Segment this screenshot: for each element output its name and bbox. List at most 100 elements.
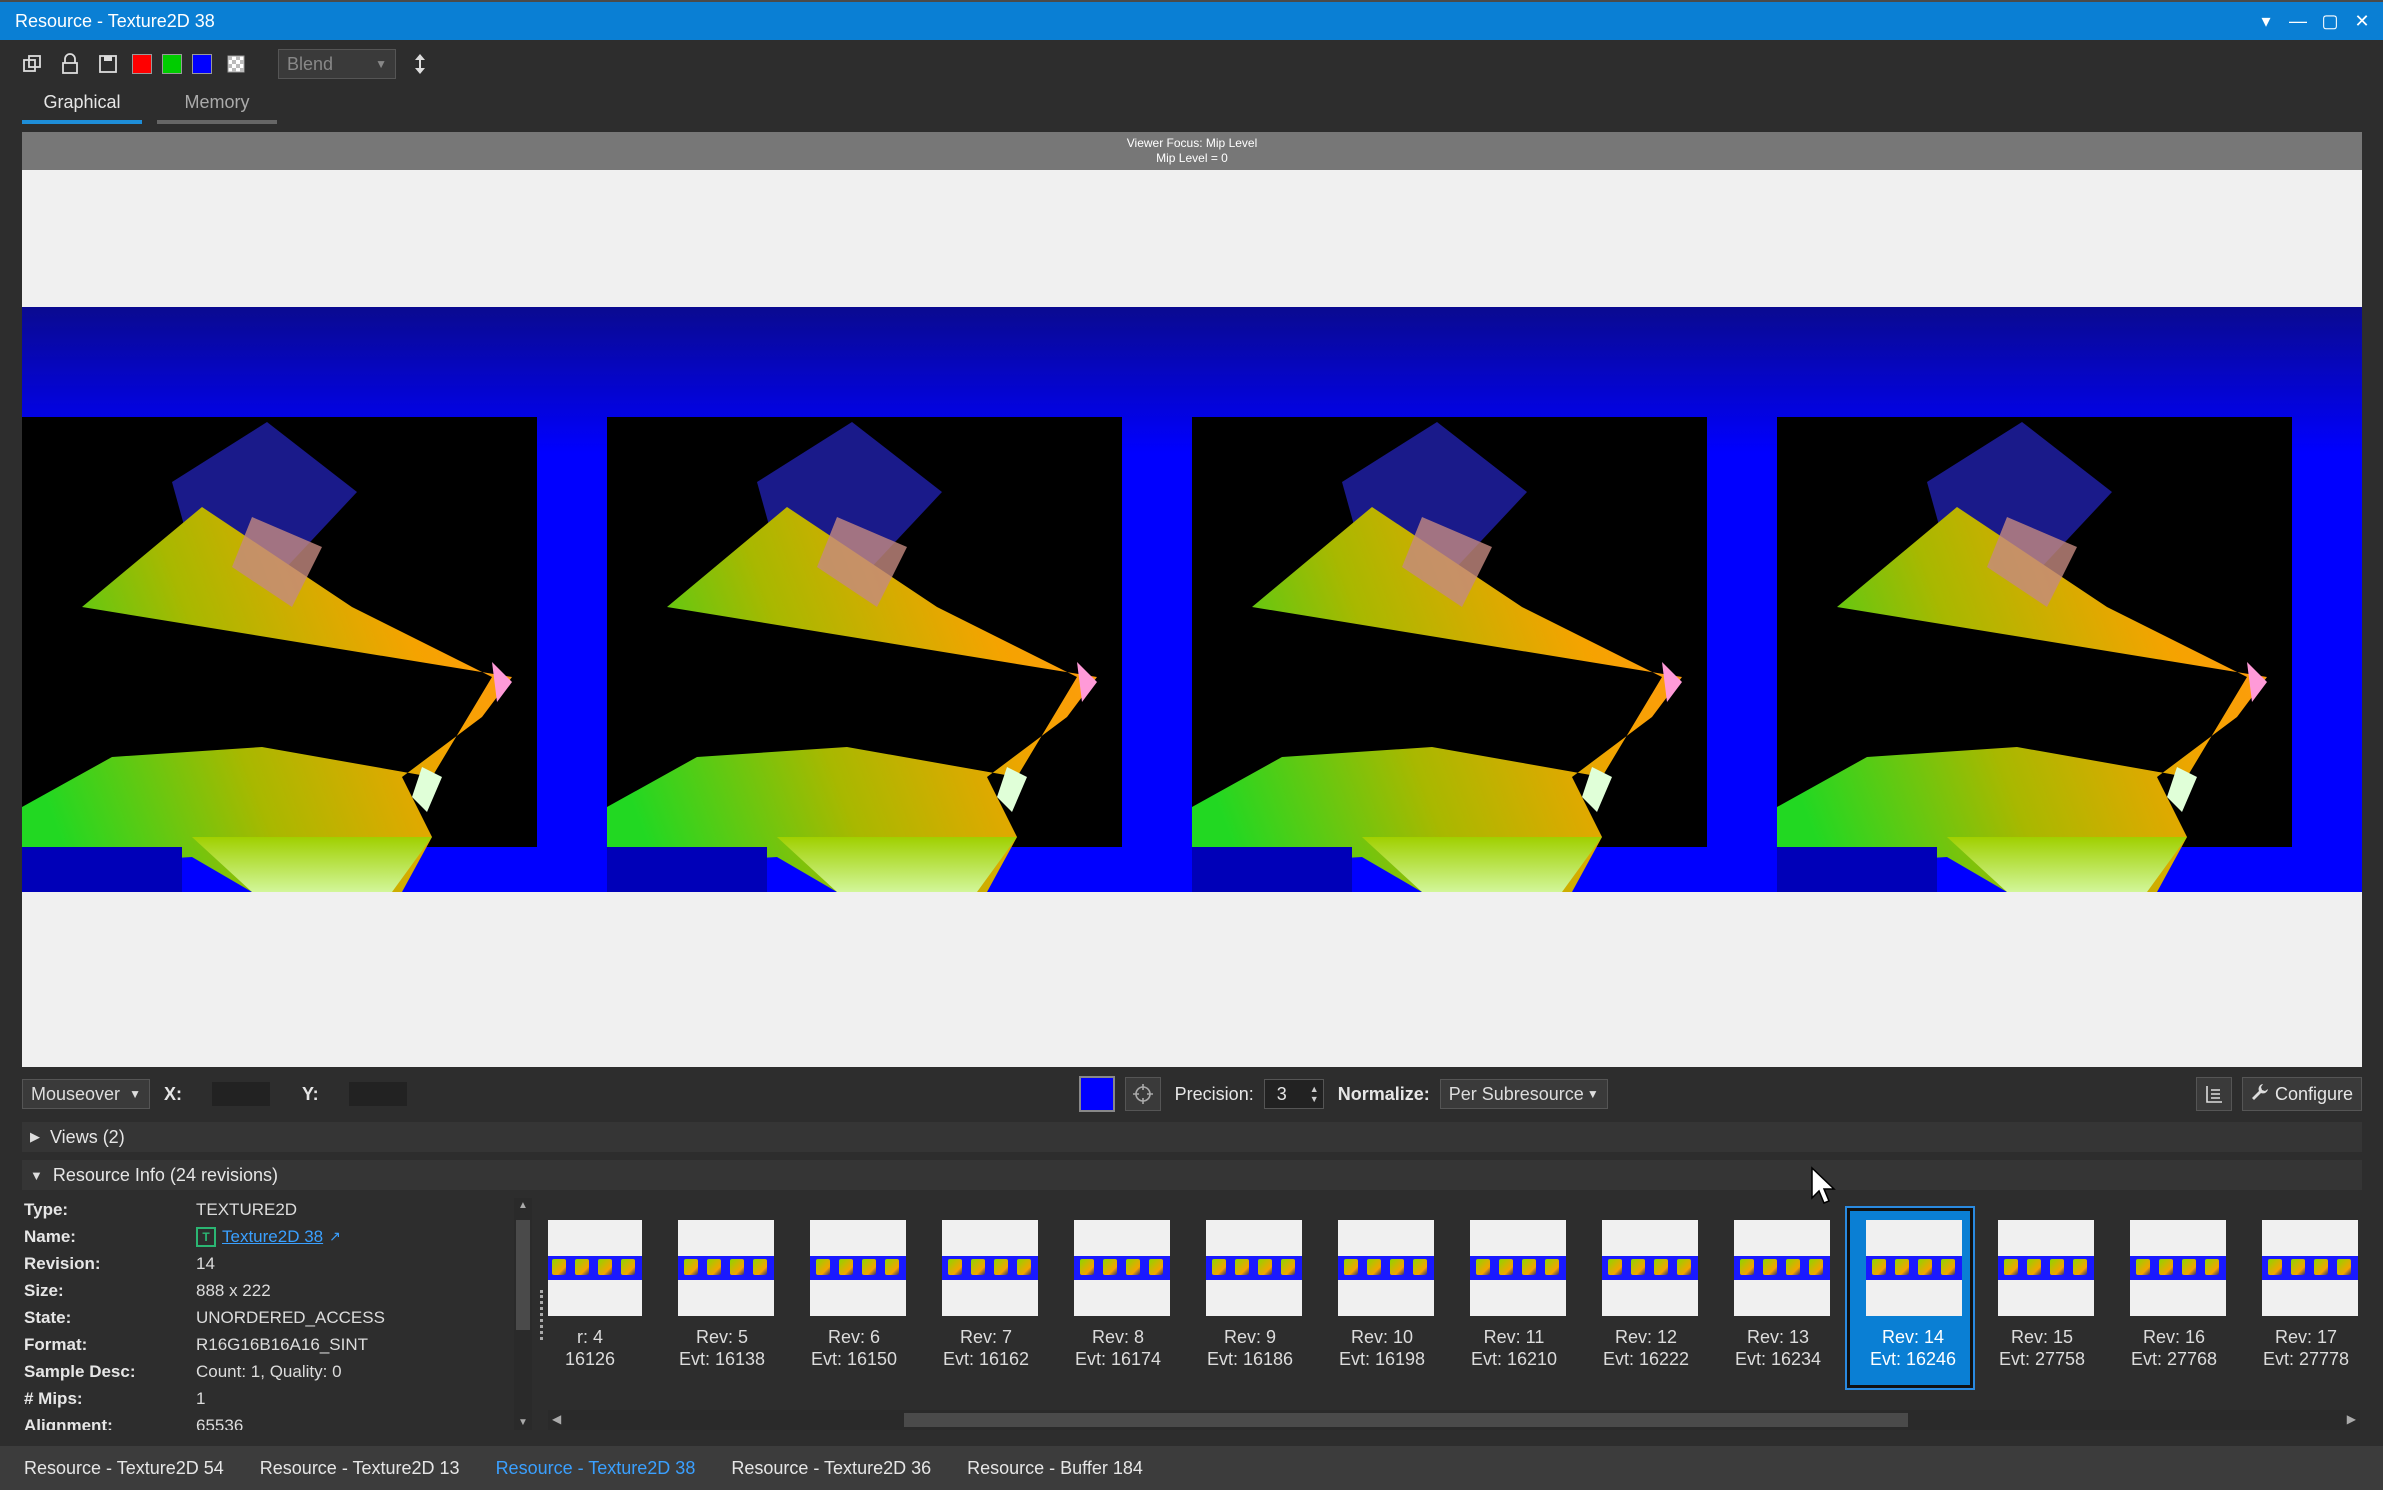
x-label: X: xyxy=(164,1083,182,1104)
green-channel-toggle[interactable] xyxy=(162,54,182,74)
revision-event: Evt: 16150 xyxy=(810,1349,898,1369)
revision-thumbnail[interactable]: r: 4 16126 xyxy=(548,1208,653,1388)
normalize-dropdown[interactable]: Per Subresource ▼ xyxy=(1439,1079,1608,1109)
blue-channel-toggle[interactable] xyxy=(192,54,212,74)
pixel-pick-bar: Mouseover ▼ X: Y: Precision: 3 ▲ ▼ Normal… xyxy=(22,1076,2362,1112)
revision-number: Rev: 12 xyxy=(1614,1327,1678,1347)
info-value: R16G16B16A16_SINT xyxy=(196,1334,368,1354)
alpha-channel-toggle[interactable] xyxy=(222,50,250,78)
info-value: TEXTURE2D xyxy=(196,1199,298,1219)
revision-thumbnail[interactable]: Rev: 8 Evt: 16174 xyxy=(1055,1208,1181,1388)
precision-stepper[interactable]: 3 ▲ ▼ xyxy=(1263,1079,1324,1109)
red-channel-toggle[interactable] xyxy=(132,54,152,74)
doc-tab-active[interactable]: Resource - Texture2D 38 xyxy=(496,1458,696,1479)
revision-number: Rev: 7 xyxy=(959,1327,1013,1347)
texture-image[interactable] xyxy=(22,307,2362,892)
tab-graphical[interactable]: Graphical xyxy=(22,88,142,124)
blend-value: Blend xyxy=(287,53,334,74)
column-options-icon[interactable] xyxy=(2195,1077,2232,1111)
configure-label: Configure xyxy=(2274,1083,2353,1104)
resource-info-section-header[interactable]: ▼ Resource Info (24 revisions) xyxy=(22,1160,2362,1190)
viewer-focus-header: Viewer Focus: Mip Level Mip Level = 0 xyxy=(22,132,2362,170)
revision-thumbnail[interactable]: Rev: 15 Evt: 27758 xyxy=(1979,1208,2105,1388)
collapse-arrow-icon: ▼ xyxy=(30,1167,43,1183)
revision-event: Evt: 27778 xyxy=(2262,1349,2350,1369)
revision-preview-image xyxy=(1602,1220,1698,1316)
info-row-format: Format: R16G16B16A16_SINT xyxy=(24,1331,514,1358)
close-icon[interactable]: ✕ xyxy=(2349,8,2375,34)
pick-mode-dropdown[interactable]: Mouseover ▼ xyxy=(22,1079,150,1109)
scroll-up-icon[interactable]: ▲ xyxy=(518,1200,528,1211)
tab-memory[interactable]: Memory xyxy=(157,88,277,124)
revision-event: Evt: 16246 xyxy=(1869,1349,1957,1369)
revision-scroll-thumb[interactable] xyxy=(904,1413,1908,1427)
info-scroll-thumb[interactable] xyxy=(516,1220,530,1330)
picked-color-swatch xyxy=(1078,1076,1115,1112)
revision-thumbnail[interactable]: Rev: 9 Evt: 16186 xyxy=(1187,1208,1313,1388)
configure-button[interactable]: Configure xyxy=(2241,1077,2362,1111)
revision-thumbnail[interactable]: Rev: 12 Evt: 16222 xyxy=(1583,1208,1709,1388)
revision-event: Evt: 16186 xyxy=(1206,1349,1294,1369)
revision-event: 16126 xyxy=(564,1349,616,1369)
revision-preview-image xyxy=(678,1220,774,1316)
revision-number: Rev: 9 xyxy=(1223,1327,1277,1347)
save-icon[interactable] xyxy=(94,50,122,78)
blend-dropdown[interactable]: Blend ▼ xyxy=(278,49,396,79)
revision-preview-image xyxy=(1470,1220,1566,1316)
revision-thumbnail[interactable]: Rev: 16 Evt: 27768 xyxy=(2111,1208,2237,1388)
revision-thumbnail[interactable]: Rev: 5 Evt: 16138 xyxy=(659,1208,785,1388)
lock-icon[interactable] xyxy=(56,50,84,78)
revision-scrollbar[interactable]: ◀ ▶ xyxy=(548,1410,2360,1430)
maximize-icon[interactable]: ▢ xyxy=(2317,8,2343,34)
info-row-size: Size: 888 x 222 xyxy=(24,1277,514,1304)
doc-tab[interactable]: Resource - Buffer 184 xyxy=(967,1458,1143,1479)
info-value: 65536 xyxy=(196,1415,244,1431)
texture-viewer[interactable] xyxy=(22,170,2362,1067)
revision-number: Rev: 8 xyxy=(1091,1327,1145,1347)
scroll-down-icon[interactable]: ▼ xyxy=(518,1417,528,1428)
info-key: Format: xyxy=(24,1334,88,1354)
flip-vertical-icon[interactable] xyxy=(406,50,434,78)
mouse-cursor-icon xyxy=(1811,1166,1836,1204)
mip-level-label: Mip Level = 0 xyxy=(1156,151,1228,165)
revision-thumbnail[interactable]: Rev: 7 Evt: 16162 xyxy=(923,1208,1049,1388)
wrench-icon xyxy=(2251,1083,2269,1106)
pick-mode-value: Mouseover xyxy=(31,1083,121,1104)
viewer-toolbar: Blend ▼ xyxy=(0,40,2383,88)
x-coordinate-field[interactable] xyxy=(212,1082,270,1106)
info-scrollbar[interactable]: ▲ ▼ xyxy=(514,1198,532,1430)
revision-thumbnail[interactable]: Rev: 10 Evt: 16198 xyxy=(1319,1208,1445,1388)
views-section-header[interactable]: ▶ Views (2) xyxy=(22,1122,2362,1152)
revision-preview-image xyxy=(1998,1220,2094,1316)
revision-event: Evt: 16210 xyxy=(1470,1349,1558,1369)
copy-icon[interactable] xyxy=(18,50,46,78)
revision-thumbnail[interactable]: Rev: 14 Evt: 16246 xyxy=(1845,1206,1975,1390)
doc-tab[interactable]: Resource - Texture2D 13 xyxy=(260,1458,460,1479)
doc-tab[interactable]: Resource - Texture2D 36 xyxy=(731,1458,931,1479)
normalize-value: Per Subresource xyxy=(1448,1083,1584,1104)
info-value: 1 xyxy=(196,1388,206,1408)
crosshair-icon[interactable] xyxy=(1124,1077,1161,1111)
revision-event: Evt: 16234 xyxy=(1734,1349,1822,1369)
revision-thumbnail[interactable]: Rev: 11 Evt: 16210 xyxy=(1451,1208,1577,1388)
stepper-arrows-icon[interactable]: ▲ ▼ xyxy=(1310,1084,1319,1104)
document-tabs: Resource - Texture2D 54 Resource - Textu… xyxy=(0,1446,2383,1490)
scroll-right-icon[interactable]: ▶ xyxy=(2347,1412,2356,1426)
dropdown-icon[interactable]: ▾ xyxy=(2253,8,2279,34)
revision-thumbnail[interactable]: Rev: 13 Evt: 16234 xyxy=(1715,1208,1841,1388)
revision-thumbnail[interactable]: Rev: 6 Evt: 16150 xyxy=(791,1208,917,1388)
external-link-icon[interactable]: ↗ xyxy=(329,1228,341,1245)
info-row-type: Type: TEXTURE2D xyxy=(24,1196,514,1223)
revision-event: Evt: 16138 xyxy=(678,1349,766,1369)
revision-thumbnail[interactable]: Rev: 17 Evt: 27778 xyxy=(2243,1208,2360,1388)
y-coordinate-field[interactable] xyxy=(348,1082,407,1106)
revision-preview-image xyxy=(1338,1220,1434,1316)
doc-tab[interactable]: Resource - Texture2D 54 xyxy=(24,1458,224,1479)
resource-name-link[interactable]: Texture2D 38 xyxy=(222,1227,323,1247)
revision-number: Rev: 14 xyxy=(1881,1327,1945,1347)
revision-preview-image xyxy=(548,1220,642,1316)
minimize-icon[interactable]: — xyxy=(2285,8,2311,34)
info-key: # Mips: xyxy=(24,1388,83,1408)
scroll-left-icon[interactable]: ◀ xyxy=(552,1412,561,1426)
panel-splitter[interactable] xyxy=(540,1290,546,1340)
